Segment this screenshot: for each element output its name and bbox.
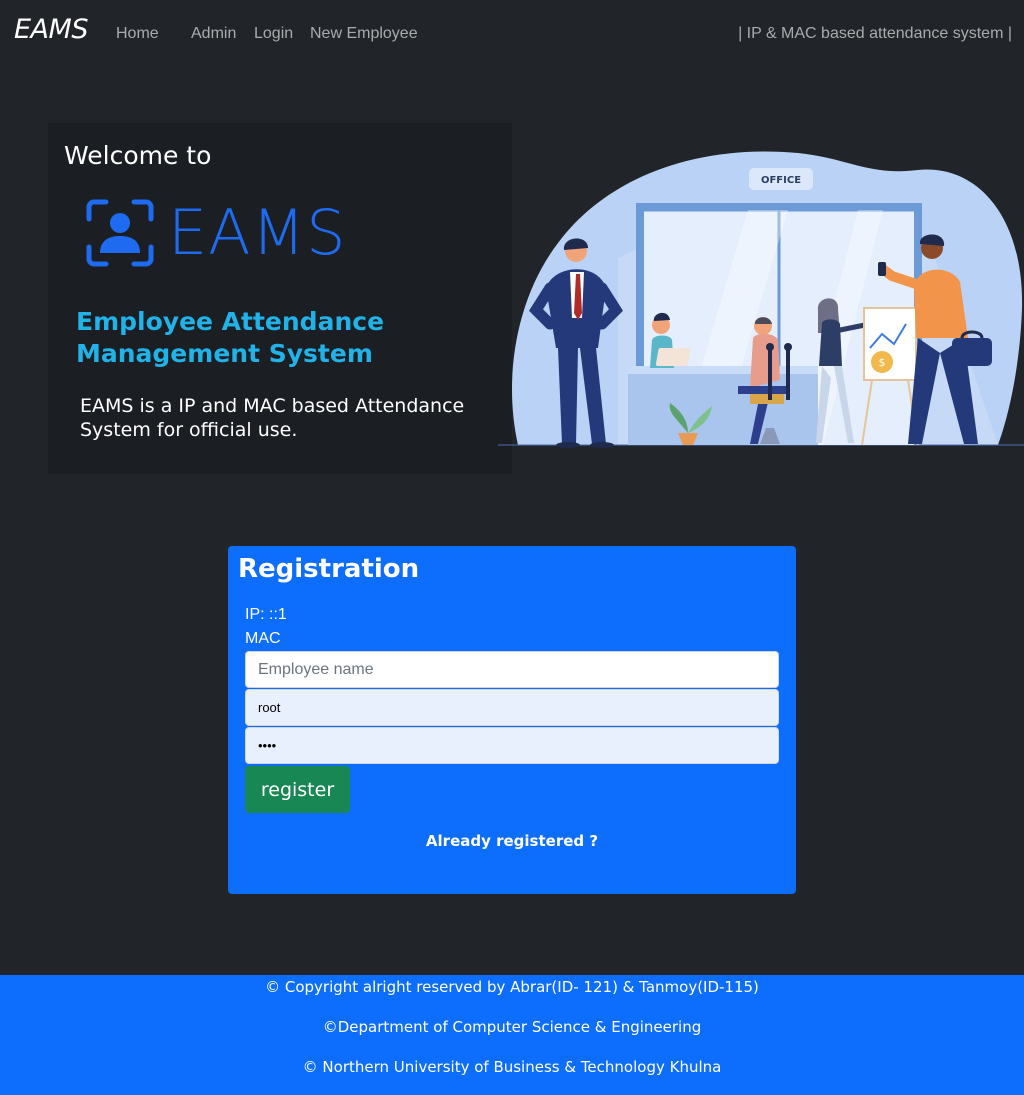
nav-login-link[interactable]: Login [254, 25, 293, 43]
office-illustration: OFFICE $ [498, 151, 1024, 448]
ip-label: IP: ::1 [245, 606, 287, 623]
system-title: Employee Attendance Management System [76, 307, 385, 368]
mac-label: MAC [245, 630, 281, 647]
already-registered-link[interactable]: Already registered ? [228, 832, 796, 850]
office-sign-text: OFFICE [761, 175, 801, 186]
logo-text: EAMS [168, 196, 347, 269]
username-input[interactable] [245, 689, 779, 726]
registration-title: Registration [238, 554, 420, 584]
nav-admin-link[interactable]: Admin [191, 25, 236, 43]
navbar: EAMS Home Admin Login New Employee | IP … [0, 0, 1024, 70]
welcome-card: Welcome to EAMS Employee Attendance Mana… [48, 123, 512, 474]
footer: © Copyright alright reserved by Abrar(ID… [0, 975, 1024, 1095]
employee-name-input[interactable] [245, 651, 779, 688]
eams-logo: EAMS [86, 199, 346, 267]
system-description: EAMS is a IP and MAC based Attendance Sy… [80, 395, 465, 441]
footer-copyright: © Copyright alright reserved by Abrar(ID… [265, 978, 759, 996]
navbar-tagline: | IP & MAC based attendance system | [738, 25, 1012, 42]
welcome-title: Welcome to [64, 141, 212, 170]
brand-logo[interactable]: EAMS [14, 14, 88, 45]
nav-new-employee-link[interactable]: New Employee [310, 25, 418, 43]
password-input[interactable] [245, 727, 779, 764]
svg-text:$: $ [879, 356, 886, 369]
nav-home-link[interactable]: Home [116, 25, 159, 43]
footer-department: ©Department of Computer Science & Engine… [322, 1018, 702, 1036]
footer-university: © Northern University of Business & Tech… [302, 1058, 722, 1076]
user-scan-icon [86, 199, 154, 267]
registration-card: Registration IP: ::1 MAC register Alread… [228, 546, 796, 894]
register-button[interactable]: register [245, 766, 350, 813]
